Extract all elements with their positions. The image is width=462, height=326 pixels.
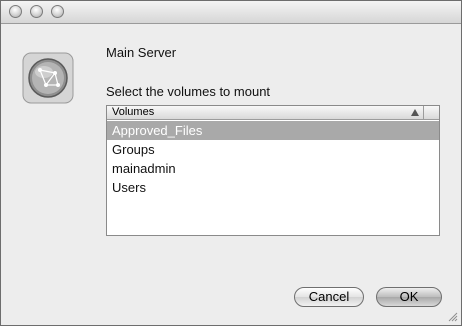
minimize-window-button[interactable] — [30, 5, 43, 18]
sort-ascending-icon — [411, 109, 419, 116]
volume-row-approved-files[interactable]: Approved_Files — [107, 121, 439, 140]
server-name: Main Server — [106, 45, 177, 60]
volumes-column-header[interactable]: Volumes — [107, 106, 439, 120]
resize-grip-icon[interactable] — [447, 311, 458, 322]
cancel-button[interactable]: Cancel — [294, 287, 364, 307]
ok-button[interactable]: OK — [376, 287, 442, 307]
dialog-body: Main Server Select the volumes to mount … — [1, 24, 461, 325]
close-window-button[interactable] — [9, 5, 22, 18]
volumes-list[interactable]: Volumes Approved_Files Groups mainadmin … — [106, 105, 440, 236]
network-server-globe-icon — [22, 52, 74, 104]
zoom-window-button[interactable] — [51, 5, 64, 18]
volume-row-groups[interactable]: Groups — [107, 140, 439, 159]
volume-row-users[interactable]: Users — [107, 178, 439, 197]
volume-row-mainadmin[interactable]: mainadmin — [107, 159, 439, 178]
column-divider — [423, 106, 424, 119]
volumes-column-label: Volumes — [112, 106, 155, 118]
mount-prompt: Select the volumes to mount — [106, 84, 271, 99]
mount-volumes-window: Main Server Select the volumes to mount … — [0, 0, 462, 326]
title-bar[interactable] — [1, 1, 461, 24]
